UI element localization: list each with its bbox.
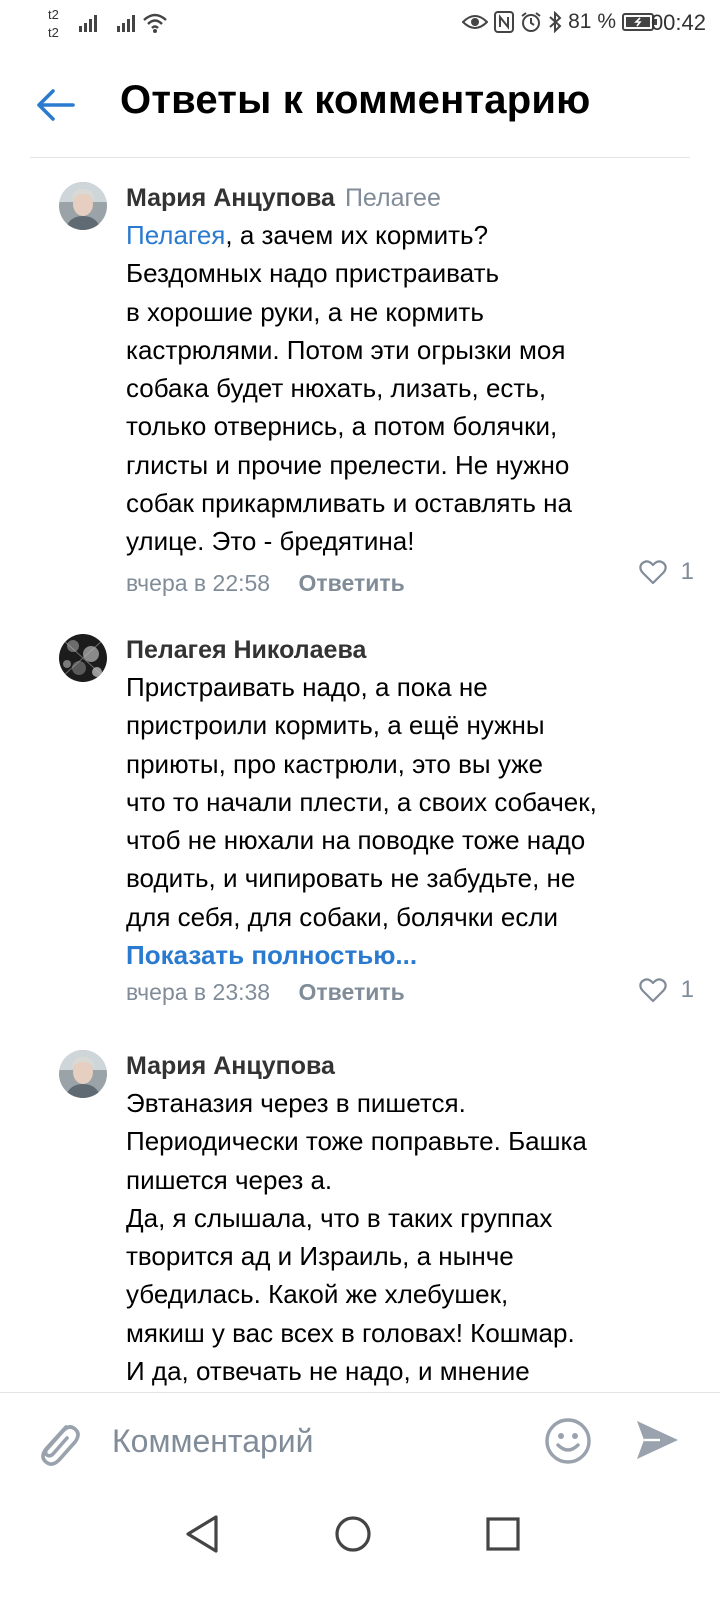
- comment-meta: вчера в 22:58 Ответить: [126, 565, 696, 601]
- paperclip-icon: [41, 1425, 80, 1466]
- timestamp: вчера в 23:38: [126, 979, 271, 1006]
- reply-button[interactable]: Ответить: [299, 565, 405, 601]
- like-button[interactable]: 1: [638, 558, 694, 586]
- send-icon: [637, 1421, 678, 1459]
- send-button[interactable]: [634, 1417, 680, 1463]
- nav-home-button[interactable]: [328, 1509, 378, 1559]
- alarm-icon: [521, 12, 541, 32]
- emoji-button[interactable]: [544, 1417, 592, 1465]
- comment-body: Мария Анцупова Пелагее Пелагея, а зачем и…: [126, 180, 696, 601]
- page-title: Ответы к комментарию: [120, 78, 591, 122]
- author-line: Пелагея Николаева: [126, 632, 696, 668]
- comment-text: Пелагея, а зачем их кормить? Бездомных н…: [126, 216, 696, 561]
- timestamp: вчера в 22:58: [126, 569, 271, 596]
- like-button[interactable]: 1: [638, 976, 694, 1004]
- like-count: 1: [680, 976, 694, 1003]
- system-nav-bar: [0, 1491, 720, 1600]
- avatar[interactable]: [59, 182, 107, 230]
- signal-icon: [79, 15, 97, 32]
- battery-percent: 81 %: [568, 10, 616, 33]
- nfc-icon: [494, 11, 515, 33]
- avatar-photo: [59, 1050, 107, 1098]
- eye-icon: [462, 15, 489, 29]
- avatar-photo: [59, 634, 107, 682]
- attach-button[interactable]: [32, 1413, 82, 1469]
- nav-back-button[interactable]: [178, 1509, 228, 1559]
- signal-icon: [117, 15, 135, 32]
- author-line: Мария Анцупова: [126, 1048, 696, 1084]
- comment-body: Мария Анцупова Эвтаназия через в пишется…: [126, 1048, 696, 1390]
- comment-body: Пелагея Николаева Пристраивать надо, а п…: [126, 632, 696, 1010]
- triangle-back-icon: [186, 1515, 218, 1553]
- clock: 00:42: [650, 10, 706, 35]
- mention-link[interactable]: Пелагея: [126, 220, 225, 250]
- header-divider: [30, 157, 690, 158]
- avatar[interactable]: [59, 634, 107, 682]
- arrow-left-icon: [37, 89, 75, 121]
- comment-text-content: , а зачем их кормить? Бездомных надо при…: [126, 220, 572, 557]
- bluetooth-icon: [549, 11, 562, 33]
- header: Ответы к комментарию: [0, 50, 720, 160]
- author-name[interactable]: Пелагея Николаева: [126, 636, 366, 664]
- author-name[interactable]: Мария Анцупова: [126, 184, 335, 212]
- comment-text: Эвтаназия через в пишется. Периодически …: [126, 1088, 587, 1387]
- smile-icon: [545, 1418, 591, 1464]
- sim-labels: t2 t2: [48, 6, 59, 42]
- comment-text: Пристраивать надо, а пока не пристроили …: [126, 672, 597, 932]
- comment-input[interactable]: [112, 1417, 522, 1465]
- comment-input-bar: [0, 1393, 720, 1491]
- reply-button[interactable]: Ответить: [299, 974, 405, 1010]
- author-name[interactable]: Мария Анцупова: [126, 1052, 335, 1080]
- sim2-label: t2: [48, 25, 59, 40]
- back-button[interactable]: [30, 80, 80, 130]
- status-bar: t2 t2 81 % 00:42: [0, 0, 720, 50]
- sim1-label: t2: [48, 7, 59, 22]
- show-full-link[interactable]: Показать полностью...: [126, 936, 696, 974]
- circle-home-icon: [335, 1516, 371, 1552]
- status-icons: 81 %: [462, 10, 658, 34]
- reply-to-name[interactable]: Пелагее: [345, 184, 441, 212]
- like-count: 1: [680, 558, 694, 585]
- heart-icon: [638, 978, 667, 1003]
- heart-icon: [638, 560, 667, 585]
- nav-recent-button[interactable]: [478, 1509, 528, 1559]
- avatar-photo: [59, 182, 107, 230]
- avatar[interactable]: [59, 1050, 107, 1098]
- comments-list[interactable]: Мария Анцупова Пелагее Пелагея, а зачем и…: [0, 160, 720, 1392]
- square-recent-icon: [486, 1517, 520, 1551]
- comment-meta: вчера в 23:38 Ответить: [126, 974, 696, 1010]
- author-line: Мария Анцупова Пелагее: [126, 180, 696, 216]
- wifi-icon: [143, 13, 167, 33]
